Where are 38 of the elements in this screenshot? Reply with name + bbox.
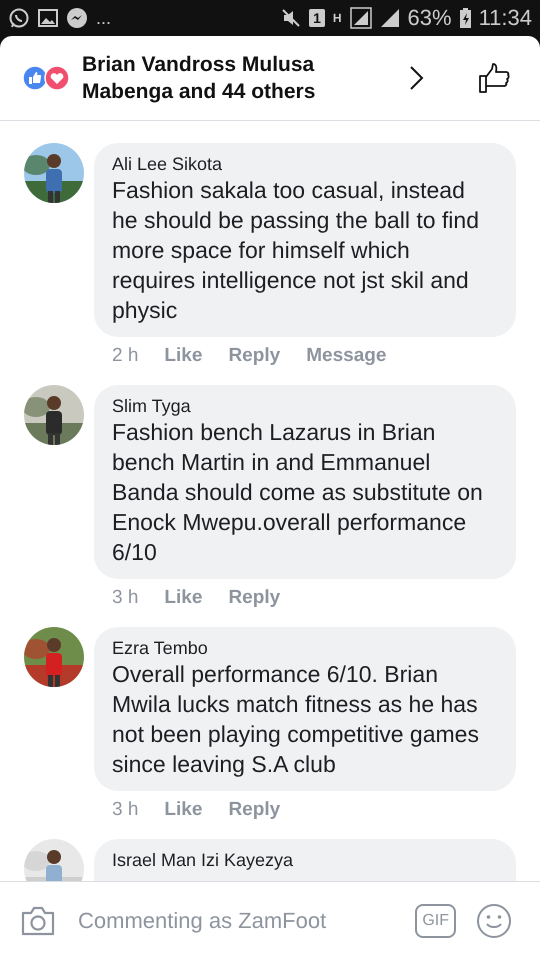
gif-button[interactable]: GIF (415, 904, 456, 938)
battery-percent: 63% (408, 5, 452, 31)
comment-text: Fashion sakala too casual, instead he should be passing the ball to find more space for himself which requires intelligence not jst skil and physic (112, 176, 480, 325)
reactors-summary[interactable]: Brian Vandross Mulusa Mabenga and 44 others (82, 51, 398, 105)
camera-icon[interactable] (20, 905, 56, 937)
comment-action-link[interactable]: Like (164, 345, 202, 367)
clock: 11:34 (478, 5, 532, 31)
more-notifications: ... (96, 8, 112, 28)
sim-badge: 1 (309, 9, 325, 27)
signal-icon (350, 7, 372, 29)
comment-action-link[interactable]: Message (306, 345, 386, 367)
comment-action-link[interactable]: Like (164, 799, 202, 821)
battery-charging-icon (460, 8, 471, 28)
heart-reaction-icon (44, 65, 70, 91)
comment-text: Fashion bench Lazarus in Brian bench Martin in and Emmanuel Banda should come as substitute on Enock Mwepu.overall performance 6/10 (112, 418, 484, 567)
mute-icon (281, 8, 302, 28)
comment-author[interactable]: Slim Tyga (112, 395, 500, 417)
image-icon (38, 9, 58, 27)
comment-author[interactable]: Ali Lee Sikota (112, 153, 500, 175)
chevron-right-icon[interactable] (408, 65, 424, 91)
comment-time: 3 h (112, 799, 138, 821)
comment-input-field[interactable]: Commenting as ZamFoot (76, 907, 396, 935)
comment-action-link[interactable]: Reply (228, 345, 280, 367)
signal-icon (380, 8, 400, 28)
comment-author[interactable]: Ezra Tembo (112, 637, 500, 659)
thumbs-up-icon[interactable] (478, 62, 510, 94)
comment-action-link[interactable]: Reply (228, 587, 280, 609)
messenger-icon (66, 7, 88, 29)
comment-time: 3 h (112, 587, 138, 609)
comment-author[interactable]: Israel Man Izi Kayezya (112, 849, 500, 871)
comment-action-link[interactable]: Reply (228, 799, 280, 821)
comment-time: 2 h (112, 345, 138, 367)
chat-bubble-icon (8, 7, 30, 29)
comment-action-link[interactable]: Like (164, 587, 202, 609)
like-reaction-icon (22, 65, 48, 91)
smiley-icon[interactable] (476, 903, 512, 939)
network-type: H (332, 11, 342, 25)
comment-text: Overall performance 6/10. Brian Mwila lucks match fitness as he has not been playing competitive games since leaving S.A club (112, 660, 480, 779)
